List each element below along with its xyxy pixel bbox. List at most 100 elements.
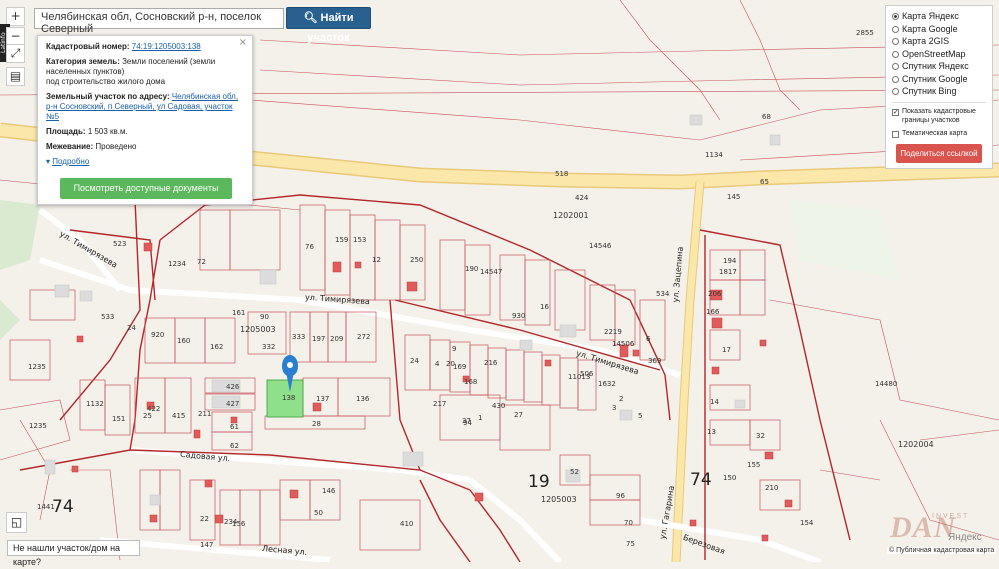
- plot-number: 217: [433, 400, 447, 408]
- plot-number: 75: [626, 540, 635, 548]
- plot-number: 24: [127, 324, 136, 332]
- plot-number: 209: [330, 335, 344, 343]
- layer-option[interactable]: Карта Google: [892, 23, 986, 36]
- plot-number: 50: [314, 509, 323, 517]
- plot-number: 14547: [480, 268, 503, 276]
- plot-number: 2: [619, 395, 624, 403]
- thematic-map-option[interactable]: Тематическая карта: [892, 129, 986, 138]
- find-plot-button[interactable]: 🔍︎ Найти участок: [286, 7, 371, 44]
- plot-number: 13: [707, 428, 716, 436]
- plot-number: 156: [232, 520, 246, 528]
- plot-number: 1817: [719, 268, 737, 276]
- survey-label: Межевание:: [46, 142, 94, 151]
- radio-icon[interactable]: [892, 38, 899, 45]
- plot-number: 153: [353, 236, 367, 244]
- plot-number: 16: [540, 303, 549, 311]
- block-label: 1202004: [898, 440, 934, 449]
- plot-number: 27: [514, 411, 523, 419]
- radio-icon[interactable]: [892, 63, 899, 70]
- plot-number: 1132: [86, 400, 104, 408]
- zone-label: 74: [52, 497, 74, 517]
- plot-number: 12: [372, 256, 381, 264]
- layer-option[interactable]: OpenStreetMap: [892, 48, 986, 61]
- close-icon[interactable]: ×: [239, 38, 247, 48]
- plot-number: 25: [143, 412, 152, 420]
- radio-icon[interactable]: [892, 50, 899, 58]
- plot-number: 146: [322, 487, 336, 495]
- plot-number: 72: [197, 258, 206, 266]
- plot-number: 160: [177, 337, 191, 345]
- plot-number: 422: [147, 405, 161, 413]
- plot-number: 1632: [598, 380, 616, 388]
- layer-option[interactable]: Спутник Яндекс: [892, 60, 986, 73]
- plot-number: 62: [230, 442, 239, 450]
- layer-option[interactable]: Спутник Google: [892, 73, 986, 86]
- radio-icon[interactable]: [892, 25, 899, 33]
- plot-number: 1: [478, 414, 483, 422]
- plot-number: 6: [646, 335, 651, 343]
- plot-number: 332: [262, 343, 276, 351]
- plot-number: 52: [570, 468, 579, 476]
- plot-number: 333: [292, 333, 306, 341]
- layers-icon[interactable]: ◱: [6, 512, 27, 533]
- details-label: Подробно: [52, 157, 90, 166]
- search-input[interactable]: Челябинская обл, Сосновский р-н, поселок…: [34, 8, 284, 35]
- plot-number: 11013: [568, 373, 591, 381]
- radio-icon[interactable]: [892, 75, 899, 83]
- layer-option[interactable]: Спутник Bing: [892, 85, 986, 98]
- plot-number: 206: [708, 290, 722, 298]
- plot-number: 426: [226, 383, 240, 391]
- plot-number: 136: [356, 395, 370, 403]
- radio-icon[interactable]: [892, 88, 899, 95]
- plot-number: 169: [453, 363, 467, 371]
- plot-number: 145: [727, 193, 741, 201]
- layer-option-label: Спутник Bing: [902, 86, 957, 96]
- share-link-button[interactable]: Поделиться ссылкой: [896, 143, 982, 163]
- plot-number: 17: [722, 346, 731, 354]
- layer-option-label: OpenStreetMap: [902, 48, 966, 59]
- plot-number: 94: [463, 419, 472, 427]
- details-link[interactable]: ▾ Подробно: [46, 157, 244, 167]
- cad-label: Кадастровый номер:: [46, 42, 130, 51]
- fullscreen-icon[interactable]: ⤢: [6, 44, 25, 63]
- checkbox-icon[interactable]: [892, 130, 899, 138]
- layer-option-label: Спутник Яндекс: [902, 61, 969, 71]
- plot-number: 76: [305, 243, 314, 251]
- layer-option-label: Карта 2GIS: [902, 36, 950, 46]
- plot-number: 166: [706, 308, 720, 316]
- plot-number: 9: [452, 345, 457, 353]
- not-found-button[interactable]: Не нашли участок/дом на карте?: [7, 540, 140, 567]
- plot-number: 151: [112, 415, 126, 423]
- search-icon: 🔍︎: [303, 12, 318, 24]
- plot-number: 14506: [612, 340, 635, 348]
- plot-number: 1441: [37, 503, 55, 511]
- plot-number: 155: [747, 461, 761, 469]
- view-documents-button[interactable]: Посмотреть доступные документы: [60, 178, 232, 199]
- thematic-label: Тематическая карта: [902, 129, 968, 137]
- map-layers-panel: Карта Яндекс Карта Google Карта 2GIS OpenSt…: [885, 5, 993, 169]
- radio-icon[interactable]: [892, 13, 899, 20]
- plot-number: 159: [335, 236, 349, 244]
- block-label: 1205003: [240, 325, 276, 334]
- print-icon[interactable]: ▤: [6, 67, 25, 86]
- plot-number: 70: [624, 519, 633, 527]
- plot-number: 162: [210, 343, 224, 351]
- caret-down-icon: ▾: [46, 157, 51, 166]
- plot-number: 28: [312, 420, 321, 428]
- layer-option[interactable]: Карта Яндекс: [892, 10, 986, 23]
- plot-number: 137: [316, 395, 330, 403]
- checkbox-checked-icon[interactable]: ✓: [892, 108, 899, 116]
- layer-option-label: Спутник Google: [902, 73, 968, 84]
- plot-number: 2219: [604, 328, 622, 336]
- plot-number: 2855: [856, 29, 874, 37]
- layer-option[interactable]: Карта 2GIS: [892, 35, 986, 48]
- plot-number: 3: [612, 404, 617, 412]
- cad-number-link[interactable]: 74:19:1205003:138: [132, 42, 201, 51]
- show-borders-option[interactable]: ✓ Показать кадастровые границы участков: [892, 107, 986, 125]
- plot-number: 216: [484, 359, 498, 367]
- block-label: 1202001: [553, 211, 589, 220]
- category-use: под строительство жилого дома: [46, 77, 166, 86]
- plot-number: 410: [400, 520, 414, 528]
- plot-number: 14546: [589, 242, 612, 250]
- block-label: 1205003: [541, 495, 577, 504]
